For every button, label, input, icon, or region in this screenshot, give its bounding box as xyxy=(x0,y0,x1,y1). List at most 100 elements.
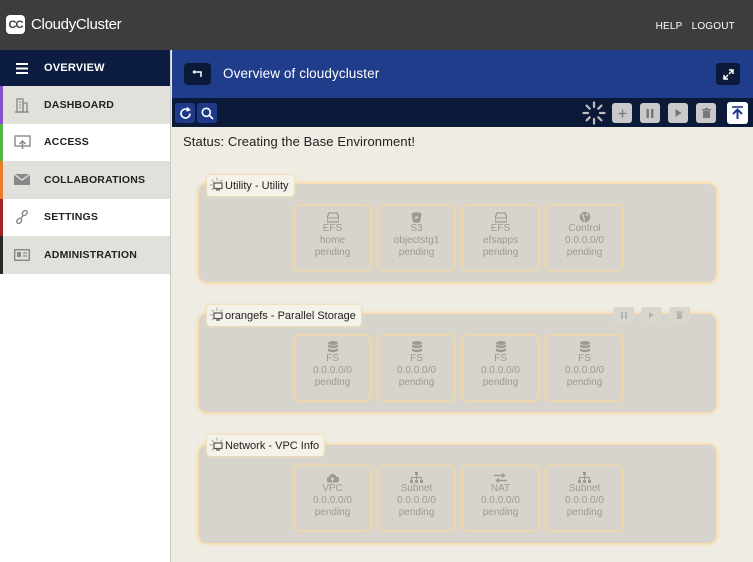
link-icon xyxy=(15,210,29,225)
resource-tile-fs-4[interactable]: FS 0.0.0.0/0 pending xyxy=(547,336,622,400)
sidebar-item-administration[interactable]: ADMINISTRATION xyxy=(0,236,170,274)
tile-type: VPC xyxy=(322,483,343,494)
logout-link[interactable]: LOGOUT xyxy=(692,21,735,32)
resource-tile-fs-1[interactable]: FS 0.0.0.0/0 pending xyxy=(295,336,370,400)
resource-tile-s3-objectstg1[interactable]: S3 objectstg1 pending xyxy=(379,206,454,270)
loading-server-icon xyxy=(209,437,223,451)
group-title-orangefs[interactable]: orangefs - Parallel Storage xyxy=(207,305,361,326)
sidebar-item-access[interactable]: ACCESS xyxy=(0,123,170,162)
tile-name: 0.0.0.0/0 xyxy=(565,495,604,506)
pause-button[interactable] xyxy=(640,103,660,123)
tile-type: Control xyxy=(568,223,601,234)
sidebar: OVERVIEW DASHBOARD ACCESS COLLABORATIONS… xyxy=(0,50,171,562)
tile-name: objectstg1 xyxy=(393,235,440,246)
tile-name: home xyxy=(319,235,345,246)
sidebar-header: OVERVIEW xyxy=(0,50,170,86)
tile-state: pending xyxy=(566,377,603,388)
drive-icon xyxy=(326,212,339,223)
tile-state: pending xyxy=(398,507,435,518)
bucket-icon xyxy=(411,212,422,223)
top-links: HELP LOGOUT xyxy=(656,21,735,32)
resource-tile-efs-efsapps[interactable]: EFS efsapps pending xyxy=(463,206,538,270)
cloud-upload-icon xyxy=(326,473,339,483)
expand-icon xyxy=(722,68,734,80)
screen-arrow-icon xyxy=(13,135,31,150)
tile-name: efsapps xyxy=(482,235,519,246)
tile-state: pending xyxy=(314,247,351,258)
refresh-icon xyxy=(179,106,191,119)
add-button[interactable] xyxy=(612,103,632,123)
refresh-button[interactable] xyxy=(175,103,195,123)
sitemap-icon xyxy=(410,472,423,483)
database-icon xyxy=(327,341,338,353)
play-icon xyxy=(675,109,681,117)
search-button[interactable] xyxy=(197,103,217,123)
back-button[interactable] xyxy=(184,63,211,85)
exchange-icon xyxy=(494,473,507,483)
resource-tile-control[interactable]: Control 0.0.0.0/0 pending xyxy=(547,206,622,270)
drive-icon xyxy=(494,212,507,223)
group-actions xyxy=(613,307,690,323)
globe-icon xyxy=(579,211,590,223)
collapse-button[interactable] xyxy=(727,102,748,124)
expand-button[interactable] xyxy=(716,63,740,85)
loading-server-icon xyxy=(209,307,223,321)
search-icon xyxy=(201,107,214,120)
cloudycluster-logo-icon: CC xyxy=(6,15,25,34)
database-icon xyxy=(411,341,422,353)
group-title-utility[interactable]: Utility - Utility xyxy=(207,175,294,196)
sidebar-item-dashboard[interactable]: DASHBOARD xyxy=(0,86,170,124)
tile-name: 0.0.0.0/0 xyxy=(565,365,604,376)
tile-state: pending xyxy=(566,507,603,518)
resource-tile-subnet-1[interactable]: Subnet 0.0.0.0/0 pending xyxy=(379,466,454,530)
sidebar-item-settings[interactable]: SETTINGS xyxy=(0,198,170,237)
tile-name: 0.0.0.0/0 xyxy=(313,495,352,506)
resource-tile-nat[interactable]: NAT 0.0.0.0/0 pending xyxy=(463,466,538,530)
play-button[interactable] xyxy=(668,103,688,123)
pause-icon xyxy=(620,311,627,319)
tile-state: pending xyxy=(314,377,351,388)
tile-type: FS xyxy=(578,353,591,364)
resource-tile-efs-home[interactable]: EFS home pending xyxy=(295,206,370,270)
sidebar-item-label: ACCESS xyxy=(44,136,89,149)
tile-state: pending xyxy=(482,247,519,258)
tile-name: 0.0.0.0/0 xyxy=(397,495,436,506)
tile-type: FS xyxy=(326,353,339,364)
top-bar: CC CloudyCluster HELP LOGOUT xyxy=(0,0,753,50)
tile-name: 0.0.0.0/0 xyxy=(481,365,520,376)
group-network xyxy=(199,445,716,543)
toolbar xyxy=(172,98,753,127)
tile-type: FS xyxy=(410,353,423,364)
group-title-network[interactable]: Network - VPC Info xyxy=(207,435,325,456)
play-icon xyxy=(649,312,654,318)
group-delete-button[interactable] xyxy=(669,307,690,323)
group-play-button[interactable] xyxy=(641,307,662,323)
delete-button[interactable] xyxy=(696,103,716,123)
resource-tile-fs-3[interactable]: FS 0.0.0.0/0 pending xyxy=(463,336,538,400)
resource-tile-subnet-2[interactable]: Subnet 0.0.0.0/0 pending xyxy=(547,466,622,530)
tile-state: pending xyxy=(566,247,603,258)
plus-icon xyxy=(618,109,626,117)
tile-state: pending xyxy=(314,507,351,518)
trash-icon xyxy=(701,108,711,118)
resource-tile-fs-2[interactable]: FS 0.0.0.0/0 pending xyxy=(379,336,454,400)
pause-icon xyxy=(646,108,654,118)
group-pause-button[interactable] xyxy=(613,307,634,323)
tile-type: Subnet xyxy=(568,483,601,494)
sidebar-item-label: COLLABORATIONS xyxy=(44,173,146,186)
menu-icon[interactable] xyxy=(0,62,44,74)
database-icon xyxy=(495,341,506,353)
help-link[interactable]: HELP xyxy=(656,21,683,32)
loading-spinner-icon xyxy=(582,101,606,130)
sidebar-item-collaborations[interactable]: COLLABORATIONS xyxy=(0,161,170,199)
resource-tile-vpc[interactable]: VPC 0.0.0.0/0 pending xyxy=(295,466,370,530)
tile-type: Subnet xyxy=(400,483,433,494)
tile-state: pending xyxy=(482,377,519,388)
brand[interactable]: CC CloudyCluster xyxy=(6,15,122,34)
group-utility xyxy=(199,184,716,282)
sidebar-header-label[interactable]: OVERVIEW xyxy=(44,62,105,74)
sitemap-icon xyxy=(578,472,591,483)
tile-name: 0.0.0.0/0 xyxy=(565,235,604,246)
id-card-icon xyxy=(14,248,30,261)
sidebar-item-label: SETTINGS xyxy=(44,211,99,224)
